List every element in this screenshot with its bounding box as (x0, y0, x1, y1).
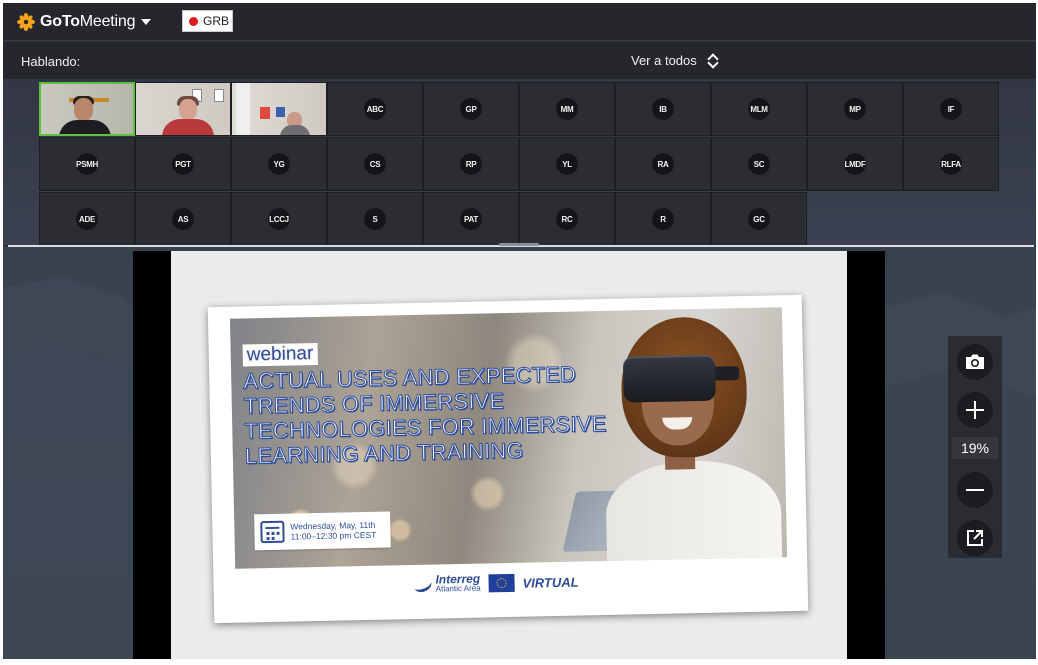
participant-video-tile[interactable] (231, 82, 327, 136)
view-mode-select[interactable]: Ver a todos (631, 52, 718, 68)
participant-avatar: MM (556, 98, 578, 120)
participant-tile[interactable]: MLM (711, 82, 807, 136)
participant-avatar: ABC (364, 98, 386, 120)
chevron-down-icon (141, 19, 152, 25)
participant-avatar: GP (460, 98, 482, 120)
participant-avatar: R (652, 208, 674, 230)
slide-date-box: Wednesday, May, 11th 11:00–12:30 pm CEST (254, 511, 391, 551)
participant-tile[interactable]: RP (423, 137, 519, 191)
zoom-in-button[interactable] (957, 392, 993, 428)
slide-title: ACTUAL USES AND EXPECTED TRENDS OF IMMER… (243, 360, 635, 469)
participant-avatar: SC (748, 153, 770, 175)
slide-time: 11:00–12:30 pm CEST (290, 529, 377, 542)
interreg-swoosh-icon (411, 575, 434, 595)
participant-avatar: RP (460, 153, 482, 175)
participant-video-tile[interactable] (39, 82, 135, 136)
participant-tile[interactable]: SC (711, 137, 807, 191)
record-dot-icon (189, 16, 198, 26)
goto-logo-icon (17, 13, 35, 31)
top-bar: GoToMeeting GRB (3, 3, 1036, 41)
participant-avatar: IB (652, 98, 674, 120)
participant-tile[interactable]: R (615, 192, 711, 246)
screenshot-button[interactable] (957, 344, 993, 380)
participant-tile[interactable]: LMDF (807, 137, 903, 191)
participant-gallery: ABC GP MM IB MLM MP IF PSMH PGT YG CS RP YL RA SC LMDF R… (3, 79, 1036, 246)
speaking-bar: Hablando: Ver a todos (3, 42, 1036, 79)
participant-tile[interactable]: PAT (423, 192, 519, 246)
speaking-label: Hablando: (21, 54, 81, 69)
participant-avatar: AS (172, 208, 194, 230)
interreg-area: Atlantic Area (435, 583, 481, 594)
participant-avatar: RLFA (940, 153, 962, 175)
participant-avatar: PSMH (76, 153, 98, 175)
screen-share-stage: webinar ACTUAL USES AND EXPECTED TRENDS … (3, 247, 1036, 659)
participant-tile[interactable]: ADE (39, 192, 135, 246)
zoom-out-button[interactable] (957, 472, 993, 508)
participant-tile[interactable]: GC (711, 192, 807, 246)
shared-screen[interactable]: webinar ACTUAL USES AND EXPECTED TRENDS … (133, 251, 885, 659)
participant-avatar: MP (844, 98, 866, 120)
participant-tile[interactable]: YL (519, 137, 615, 191)
view-mode-label: Ver a todos (631, 52, 697, 68)
participant-avatar: YG (268, 153, 290, 175)
recording-label: GRB (203, 14, 230, 28)
vr-headset-image (622, 354, 716, 403)
participant-tile[interactable]: MP (807, 82, 903, 136)
participant-avatar: LMDF (844, 153, 866, 175)
participant-avatar: PAT (460, 208, 482, 230)
participant-tile[interactable]: LCCJ (231, 192, 327, 246)
eu-flag-icon (488, 573, 515, 593)
participant-avatar: RC (556, 208, 578, 230)
participant-tile[interactable]: YG (231, 137, 327, 191)
participant-video-tile[interactable] (135, 82, 231, 136)
slide-photo: webinar ACTUAL USES AND EXPECTED TRENDS … (230, 307, 788, 569)
participant-tile[interactable]: GP (423, 82, 519, 136)
participant-avatar: YL (556, 153, 578, 175)
webinar-slide: webinar ACTUAL USES AND EXPECTED TRENDS … (207, 294, 809, 624)
zoom-controls: 19% (948, 336, 1002, 558)
calendar-icon (260, 520, 285, 544)
app-menu-button[interactable]: GoToMeeting (17, 11, 152, 33)
participant-tile[interactable]: RLFA (903, 137, 999, 191)
zoom-level: 19% (952, 437, 998, 459)
popout-icon (967, 530, 983, 546)
slide-logos: Interreg Atlantic Area VIRTUAL (411, 572, 579, 595)
shared-screen-content: webinar ACTUAL USES AND EXPECTED TRENDS … (171, 251, 847, 659)
resize-handle[interactable] (499, 243, 539, 246)
zoom-out-icon (966, 489, 984, 491)
participant-tile[interactable]: CS (327, 137, 423, 191)
participant-tile[interactable]: AS (135, 192, 231, 246)
chevron-updown-icon (708, 52, 718, 68)
participant-tile[interactable]: MM (519, 82, 615, 136)
participant-avatar: RA (652, 153, 674, 175)
participant-tile[interactable]: RC (519, 192, 615, 246)
interreg-logo: Interreg Atlantic Area (411, 572, 481, 595)
app-title: GoToMeeting (40, 13, 136, 30)
participant-avatar: CS (364, 153, 386, 175)
camera-icon (966, 354, 984, 369)
participant-tile[interactable]: IB (615, 82, 711, 136)
participant-avatar: S (364, 208, 386, 230)
participant-avatar: LCCJ (268, 208, 290, 230)
participant-tile[interactable]: PSMH (39, 137, 135, 191)
participant-avatar: PGT (172, 153, 194, 175)
participant-tile[interactable]: PGT (135, 137, 231, 191)
participant-avatar: GC (748, 208, 770, 230)
slide-kicker: webinar (242, 342, 318, 367)
zoom-in-icon (966, 401, 984, 419)
participant-grid: ABC GP MM IB MLM MP IF PSMH PGT YG CS RP YL RA SC LMDF R… (39, 82, 999, 246)
participant-tile[interactable]: S (327, 192, 423, 246)
participant-tile[interactable]: IF (903, 82, 999, 136)
participant-tile[interactable]: ABC (327, 82, 423, 136)
participant-avatar: MLM (748, 98, 770, 120)
participant-tile[interactable]: RA (615, 137, 711, 191)
goto-meeting-window: GoToMeeting GRB Hablando: Ver a todos AB… (3, 3, 1036, 659)
participant-avatar: IF (940, 98, 962, 120)
virtual-logo: VIRTUAL (522, 574, 579, 591)
participant-avatar: ADE (76, 208, 98, 230)
recording-badge[interactable]: GRB (182, 10, 233, 32)
popout-button[interactable] (957, 520, 993, 556)
